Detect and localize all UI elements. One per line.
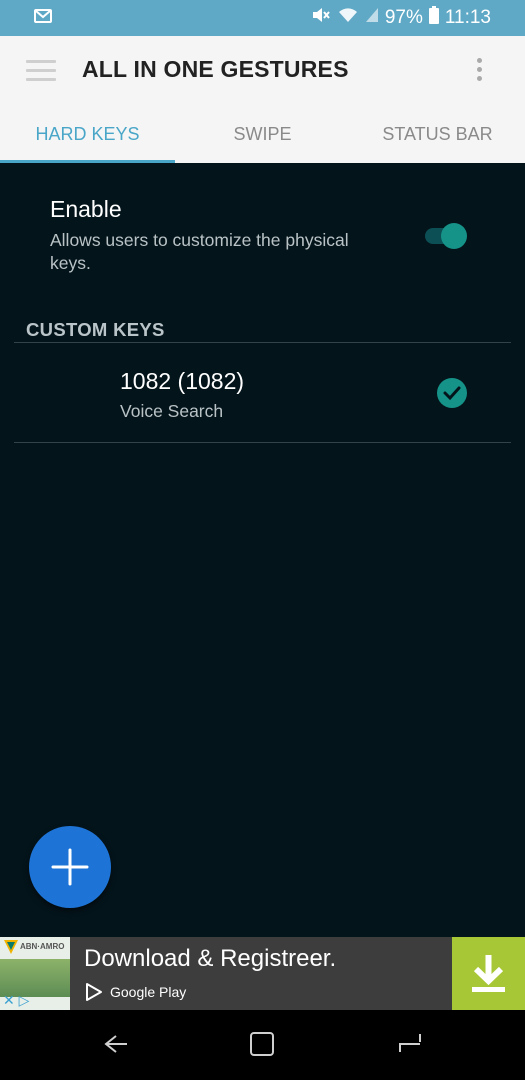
clock: 11:13 <box>444 7 491 28</box>
key-subtitle: Voice Search <box>120 401 224 421</box>
enable-toggle[interactable] <box>425 223 471 249</box>
signal-icon <box>365 6 379 30</box>
ad-brand: ABN·AMRO <box>20 942 65 951</box>
navigation-bar <box>0 1010 525 1080</box>
abn-amro-logo-icon <box>4 940 18 954</box>
ad-thumbnail[interactable]: ABN·AMRO ✕ ▷ <box>0 937 70 1010</box>
ad-title: Download & Registreer. <box>84 945 337 972</box>
menu-icon[interactable] <box>26 60 56 82</box>
tab-bar: HARD KEYS SWIPE STATUS BAR <box>0 108 525 163</box>
ad-close-icon[interactable]: ✕ ▷ <box>3 992 29 1009</box>
toggle-thumb <box>441 223 467 249</box>
battery-icon <box>428 6 439 30</box>
ad-banner[interactable]: ABN·AMRO ✕ ▷ Download & Registreer. Goog… <box>0 937 525 1010</box>
divider <box>14 342 511 343</box>
divider <box>14 442 511 443</box>
back-icon[interactable] <box>102 1030 130 1058</box>
wifi-icon <box>337 6 359 30</box>
recents-icon[interactable] <box>396 1030 424 1058</box>
enable-description: Allows users to customize the physical k… <box>50 230 349 273</box>
google-play-badge: Google Play <box>84 982 186 1002</box>
gmail-notification-icon <box>34 9 52 23</box>
download-icon <box>472 955 505 992</box>
tab-hard-keys[interactable]: HARD KEYS <box>0 108 175 163</box>
overflow-menu-icon[interactable] <box>477 58 483 84</box>
add-key-button[interactable] <box>29 826 111 908</box>
tab-swipe[interactable]: SWIPE <box>175 108 350 163</box>
app-bar: ALL IN ONE GESTURES HARD KEYS SWIPE STAT… <box>0 36 525 163</box>
status-bar: 97% 11:13 <box>0 0 525 36</box>
section-header-custom-keys: CUSTOM KEYS <box>26 319 165 340</box>
mute-icon <box>311 6 331 30</box>
google-play-icon <box>86 983 102 1001</box>
check-icon[interactable] <box>437 378 467 408</box>
list-item[interactable]: 1082 (1082) Voice Search <box>14 346 511 442</box>
ad-download-button[interactable] <box>452 937 525 1010</box>
google-play-label: Google Play <box>110 984 187 1000</box>
key-title: 1082 (1082) <box>120 368 245 394</box>
enable-setting-row[interactable]: Enable Allows users to customize the phy… <box>50 196 490 275</box>
page-title: ALL IN ONE GESTURES <box>82 56 349 82</box>
tab-status-bar[interactable]: STATUS BAR <box>350 108 525 163</box>
enable-title: Enable <box>50 196 122 222</box>
plus-icon <box>51 848 89 886</box>
home-icon[interactable] <box>248 1030 276 1058</box>
battery-percent: 97% <box>384 7 423 28</box>
